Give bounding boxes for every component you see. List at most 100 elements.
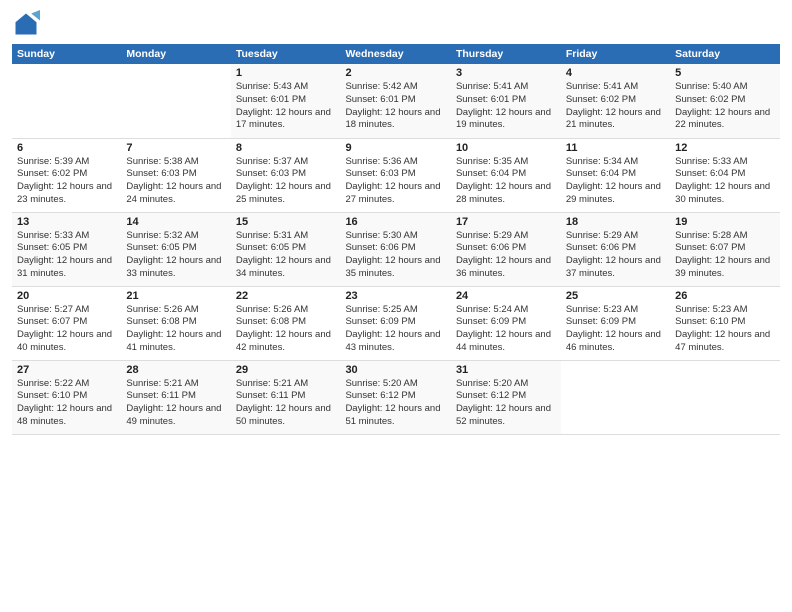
calendar-table: Sunday Monday Tuesday Wednesday Thursday… — [12, 44, 780, 435]
calendar-week-row: 1 Sunrise: 5:43 AMSunset: 6:01 PMDayligh… — [12, 64, 780, 138]
day-info: Sunrise: 5:31 AMSunset: 6:05 PMDaylight:… — [236, 230, 331, 279]
day-info: Sunrise: 5:41 AMSunset: 6:01 PMDaylight:… — [456, 81, 551, 130]
calendar-cell — [12, 64, 121, 138]
day-number: 30 — [345, 364, 446, 376]
day-number: 21 — [126, 290, 225, 302]
calendar-cell: 5 Sunrise: 5:40 AMSunset: 6:02 PMDayligh… — [670, 64, 780, 138]
day-number: 22 — [236, 290, 336, 302]
calendar-cell: 13 Sunrise: 5:33 AMSunset: 6:05 PMDaylig… — [12, 212, 121, 286]
calendar-cell: 15 Sunrise: 5:31 AMSunset: 6:05 PMDaylig… — [231, 212, 341, 286]
day-number: 19 — [675, 216, 775, 228]
col-friday: Friday — [561, 44, 670, 64]
day-info: Sunrise: 5:37 AMSunset: 6:03 PMDaylight:… — [236, 156, 331, 205]
day-info: Sunrise: 5:43 AMSunset: 6:01 PMDaylight:… — [236, 81, 331, 130]
day-number: 5 — [675, 67, 775, 79]
calendar-cell: 1 Sunrise: 5:43 AMSunset: 6:01 PMDayligh… — [231, 64, 341, 138]
day-info: Sunrise: 5:26 AMSunset: 6:08 PMDaylight:… — [236, 304, 331, 353]
day-info: Sunrise: 5:34 AMSunset: 6:04 PMDaylight:… — [566, 156, 661, 205]
day-number: 27 — [17, 364, 116, 376]
calendar-cell: 6 Sunrise: 5:39 AMSunset: 6:02 PMDayligh… — [12, 138, 121, 212]
calendar-cell: 25 Sunrise: 5:23 AMSunset: 6:09 PMDaylig… — [561, 286, 670, 360]
calendar-cell: 26 Sunrise: 5:23 AMSunset: 6:10 PMDaylig… — [670, 286, 780, 360]
calendar-cell: 11 Sunrise: 5:34 AMSunset: 6:04 PMDaylig… — [561, 138, 670, 212]
calendar-cell: 8 Sunrise: 5:37 AMSunset: 6:03 PMDayligh… — [231, 138, 341, 212]
calendar-week-row: 6 Sunrise: 5:39 AMSunset: 6:02 PMDayligh… — [12, 138, 780, 212]
header-row: Sunday Monday Tuesday Wednesday Thursday… — [12, 44, 780, 64]
day-number: 15 — [236, 216, 336, 228]
day-number: 23 — [345, 290, 446, 302]
day-info: Sunrise: 5:21 AMSunset: 6:11 PMDaylight:… — [126, 378, 221, 427]
day-info: Sunrise: 5:29 AMSunset: 6:06 PMDaylight:… — [456, 230, 551, 279]
calendar-cell: 28 Sunrise: 5:21 AMSunset: 6:11 PMDaylig… — [121, 360, 230, 434]
calendar-cell: 10 Sunrise: 5:35 AMSunset: 6:04 PMDaylig… — [451, 138, 561, 212]
day-number: 14 — [126, 216, 225, 228]
calendar-cell: 7 Sunrise: 5:38 AMSunset: 6:03 PMDayligh… — [121, 138, 230, 212]
day-info: Sunrise: 5:38 AMSunset: 6:03 PMDaylight:… — [126, 156, 221, 205]
calendar-cell: 21 Sunrise: 5:26 AMSunset: 6:08 PMDaylig… — [121, 286, 230, 360]
calendar-cell: 23 Sunrise: 5:25 AMSunset: 6:09 PMDaylig… — [340, 286, 451, 360]
day-info: Sunrise: 5:33 AMSunset: 6:05 PMDaylight:… — [17, 230, 112, 279]
calendar-cell: 22 Sunrise: 5:26 AMSunset: 6:08 PMDaylig… — [231, 286, 341, 360]
day-number: 4 — [566, 67, 665, 79]
day-info: Sunrise: 5:29 AMSunset: 6:06 PMDaylight:… — [566, 230, 661, 279]
day-number: 2 — [345, 67, 446, 79]
day-number: 16 — [345, 216, 446, 228]
calendar-cell: 4 Sunrise: 5:41 AMSunset: 6:02 PMDayligh… — [561, 64, 670, 138]
day-info: Sunrise: 5:24 AMSunset: 6:09 PMDaylight:… — [456, 304, 551, 353]
day-number: 28 — [126, 364, 225, 376]
day-info: Sunrise: 5:23 AMSunset: 6:09 PMDaylight:… — [566, 304, 661, 353]
day-info: Sunrise: 5:21 AMSunset: 6:11 PMDaylight:… — [236, 378, 331, 427]
day-number: 29 — [236, 364, 336, 376]
calendar-cell: 2 Sunrise: 5:42 AMSunset: 6:01 PMDayligh… — [340, 64, 451, 138]
col-sunday: Sunday — [12, 44, 121, 64]
header — [12, 10, 780, 38]
day-info: Sunrise: 5:36 AMSunset: 6:03 PMDaylight:… — [345, 156, 440, 205]
day-number: 3 — [456, 67, 556, 79]
day-number: 10 — [456, 142, 556, 154]
day-number: 17 — [456, 216, 556, 228]
day-info: Sunrise: 5:39 AMSunset: 6:02 PMDaylight:… — [17, 156, 112, 205]
calendar-cell — [121, 64, 230, 138]
day-number: 18 — [566, 216, 665, 228]
col-saturday: Saturday — [670, 44, 780, 64]
day-number: 11 — [566, 142, 665, 154]
calendar-cell: 27 Sunrise: 5:22 AMSunset: 6:10 PMDaylig… — [12, 360, 121, 434]
calendar-cell: 14 Sunrise: 5:32 AMSunset: 6:05 PMDaylig… — [121, 212, 230, 286]
logo-icon — [12, 10, 40, 38]
calendar-cell: 17 Sunrise: 5:29 AMSunset: 6:06 PMDaylig… — [451, 212, 561, 286]
day-info: Sunrise: 5:25 AMSunset: 6:09 PMDaylight:… — [345, 304, 440, 353]
calendar-cell: 16 Sunrise: 5:30 AMSunset: 6:06 PMDaylig… — [340, 212, 451, 286]
day-info: Sunrise: 5:42 AMSunset: 6:01 PMDaylight:… — [345, 81, 440, 130]
day-number: 20 — [17, 290, 116, 302]
day-info: Sunrise: 5:20 AMSunset: 6:12 PMDaylight:… — [456, 378, 551, 427]
page: Sunday Monday Tuesday Wednesday Thursday… — [0, 0, 792, 612]
day-number: 8 — [236, 142, 336, 154]
calendar-cell: 19 Sunrise: 5:28 AMSunset: 6:07 PMDaylig… — [670, 212, 780, 286]
day-number: 12 — [675, 142, 775, 154]
calendar-cell — [670, 360, 780, 434]
day-number: 25 — [566, 290, 665, 302]
day-info: Sunrise: 5:30 AMSunset: 6:06 PMDaylight:… — [345, 230, 440, 279]
calendar-cell: 31 Sunrise: 5:20 AMSunset: 6:12 PMDaylig… — [451, 360, 561, 434]
calendar-week-row: 27 Sunrise: 5:22 AMSunset: 6:10 PMDaylig… — [12, 360, 780, 434]
calendar-cell: 30 Sunrise: 5:20 AMSunset: 6:12 PMDaylig… — [340, 360, 451, 434]
col-thursday: Thursday — [451, 44, 561, 64]
day-number: 9 — [345, 142, 446, 154]
calendar-cell — [561, 360, 670, 434]
calendar-cell: 20 Sunrise: 5:27 AMSunset: 6:07 PMDaylig… — [12, 286, 121, 360]
calendar-cell: 29 Sunrise: 5:21 AMSunset: 6:11 PMDaylig… — [231, 360, 341, 434]
day-number: 26 — [675, 290, 775, 302]
day-info: Sunrise: 5:35 AMSunset: 6:04 PMDaylight:… — [456, 156, 551, 205]
day-info: Sunrise: 5:22 AMSunset: 6:10 PMDaylight:… — [17, 378, 112, 427]
day-info: Sunrise: 5:26 AMSunset: 6:08 PMDaylight:… — [126, 304, 221, 353]
day-info: Sunrise: 5:32 AMSunset: 6:05 PMDaylight:… — [126, 230, 221, 279]
day-info: Sunrise: 5:40 AMSunset: 6:02 PMDaylight:… — [675, 81, 770, 130]
calendar-week-row: 13 Sunrise: 5:33 AMSunset: 6:05 PMDaylig… — [12, 212, 780, 286]
calendar-cell: 9 Sunrise: 5:36 AMSunset: 6:03 PMDayligh… — [340, 138, 451, 212]
day-number: 24 — [456, 290, 556, 302]
day-info: Sunrise: 5:33 AMSunset: 6:04 PMDaylight:… — [675, 156, 770, 205]
calendar-cell: 3 Sunrise: 5:41 AMSunset: 6:01 PMDayligh… — [451, 64, 561, 138]
logo — [12, 10, 44, 38]
day-info: Sunrise: 5:23 AMSunset: 6:10 PMDaylight:… — [675, 304, 770, 353]
col-tuesday: Tuesday — [231, 44, 341, 64]
